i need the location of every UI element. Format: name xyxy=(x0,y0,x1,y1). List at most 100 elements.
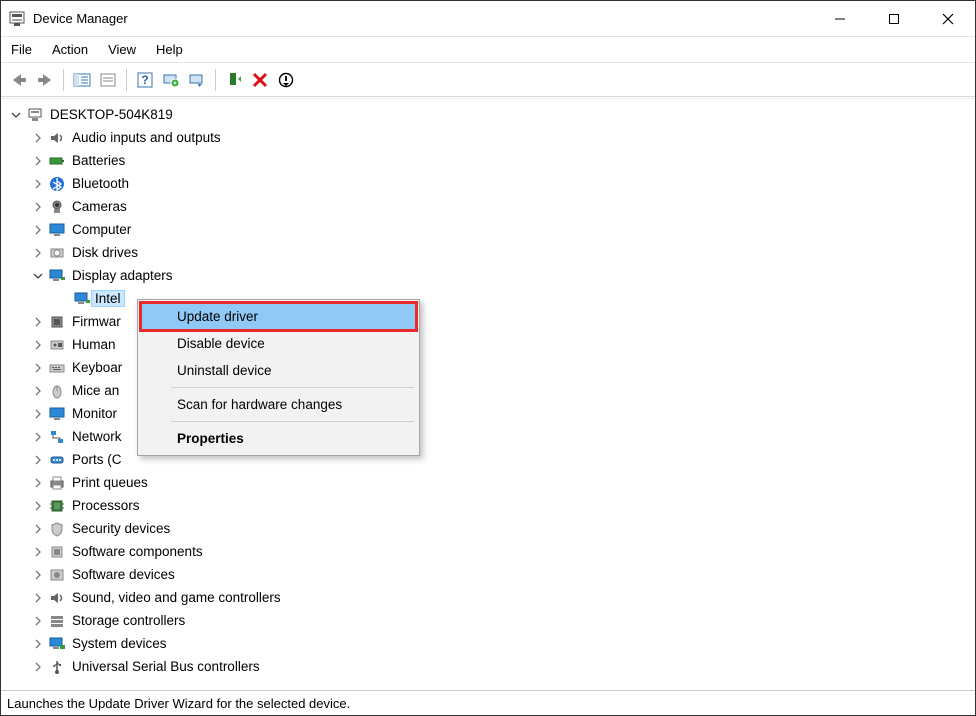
expand-icon[interactable] xyxy=(31,591,44,604)
tree-node-label: Software components xyxy=(70,544,205,559)
tree-node-sw-components[interactable]: Software components xyxy=(9,540,975,563)
camera-icon xyxy=(48,198,66,216)
tree-root-label: DESKTOP-504K819 xyxy=(48,107,175,122)
expand-icon[interactable] xyxy=(31,545,44,558)
scan-hardware-button[interactable] xyxy=(159,68,183,92)
tree-node-storage[interactable]: Storage controllers xyxy=(9,609,975,632)
update-driver-button[interactable] xyxy=(185,68,209,92)
tree-node-print[interactable]: Print queues xyxy=(9,471,975,494)
expand-icon[interactable] xyxy=(31,660,44,673)
tree-node-sound[interactable]: Sound, video and game controllers xyxy=(9,586,975,609)
cpu-icon xyxy=(48,497,66,515)
expand-icon[interactable] xyxy=(31,476,44,489)
tree-node-label: Security devices xyxy=(70,521,172,536)
ctx-scan-hardware[interactable]: Scan for hardware changes xyxy=(141,391,416,418)
component-icon xyxy=(48,543,66,561)
ctx-separator xyxy=(171,387,414,388)
menu-file[interactable]: File xyxy=(11,42,32,57)
tree-node-label: Network xyxy=(70,429,124,444)
tree-node-processors[interactable]: Processors xyxy=(9,494,975,517)
window-title: Device Manager xyxy=(33,11,128,26)
show-hide-tree-button[interactable] xyxy=(70,68,94,92)
tree-node-sw-devices[interactable]: Software devices xyxy=(9,563,975,586)
ctx-separator xyxy=(171,421,414,422)
maximize-button[interactable] xyxy=(867,1,921,37)
tree-node-audio[interactable]: Audio inputs and outputs xyxy=(9,126,975,149)
display-adapter-icon xyxy=(48,267,66,285)
minimize-button[interactable] xyxy=(813,1,867,37)
software-icon xyxy=(48,566,66,584)
expand-icon[interactable] xyxy=(31,200,44,213)
tree-node-label: Keyboar xyxy=(70,360,124,375)
tree-node-disk[interactable]: Disk drives xyxy=(9,241,975,264)
display-adapter-icon xyxy=(73,290,91,308)
back-button[interactable] xyxy=(7,68,31,92)
tree-node-bluetooth[interactable]: Bluetooth xyxy=(9,172,975,195)
ctx-uninstall-device[interactable]: Uninstall device xyxy=(141,357,416,384)
expand-icon[interactable] xyxy=(31,315,44,328)
tree-node-label: System devices xyxy=(70,636,169,651)
hid-icon xyxy=(48,336,66,354)
statusbar-text: Launches the Update Driver Wizard for th… xyxy=(7,696,350,711)
tree-node-usb[interactable]: Universal Serial Bus controllers xyxy=(9,655,975,678)
chip-icon xyxy=(48,313,66,331)
properties-button[interactable] xyxy=(96,68,120,92)
uninstall-device-button[interactable] xyxy=(248,68,272,92)
tree-node-label: Disk drives xyxy=(70,245,140,260)
expand-icon[interactable] xyxy=(31,430,44,443)
menu-help[interactable]: Help xyxy=(156,42,183,57)
network-icon xyxy=(48,428,66,446)
expand-icon[interactable] xyxy=(31,223,44,236)
tree-node-label: Firmwar xyxy=(70,314,123,329)
expand-icon[interactable] xyxy=(31,154,44,167)
toolbar: ? xyxy=(1,63,975,97)
enable-device-button[interactable] xyxy=(222,68,246,92)
close-button[interactable] xyxy=(921,1,975,37)
expand-icon[interactable] xyxy=(31,131,44,144)
tree-node-label: Universal Serial Bus controllers xyxy=(70,659,262,674)
expand-icon[interactable] xyxy=(31,614,44,627)
collapse-icon[interactable] xyxy=(31,269,44,282)
tree-node-batteries[interactable]: Batteries xyxy=(9,149,975,172)
mouse-icon xyxy=(48,382,66,400)
expand-icon[interactable] xyxy=(31,499,44,512)
menu-action[interactable]: Action xyxy=(52,42,88,57)
expand-icon[interactable] xyxy=(31,637,44,650)
tree-node-label: Cameras xyxy=(70,199,129,214)
system-icon xyxy=(48,635,66,653)
expand-icon[interactable] xyxy=(31,568,44,581)
expand-icon[interactable] xyxy=(31,177,44,190)
keyboard-icon xyxy=(48,359,66,377)
tree-node-security[interactable]: Security devices xyxy=(9,517,975,540)
collapse-icon[interactable] xyxy=(9,108,22,121)
tree-node-label: Ports (C xyxy=(70,452,124,467)
menu-view[interactable]: View xyxy=(108,42,136,57)
tree-node-display-adapters[interactable]: Display adapters xyxy=(9,264,975,287)
toolbar-separator xyxy=(215,69,216,91)
ctx-disable-device[interactable]: Disable device xyxy=(141,330,416,357)
tree-node-cameras[interactable]: Cameras xyxy=(9,195,975,218)
expand-icon[interactable] xyxy=(31,338,44,351)
expand-icon[interactable] xyxy=(31,407,44,420)
expand-icon[interactable] xyxy=(31,361,44,374)
expand-icon[interactable] xyxy=(31,246,44,259)
ctx-update-driver[interactable]: Update driver xyxy=(141,303,416,330)
speaker-icon xyxy=(48,129,66,147)
usb-icon xyxy=(48,658,66,676)
ctx-properties[interactable]: Properties xyxy=(141,425,416,452)
tree-node-system[interactable]: System devices xyxy=(9,632,975,655)
tree-node-label: Print queues xyxy=(70,475,150,490)
forward-button[interactable] xyxy=(33,68,57,92)
tree-root[interactable]: DESKTOP-504K819 xyxy=(9,103,975,126)
disable-device-button[interactable] xyxy=(274,68,298,92)
tree-node-label: Computer xyxy=(70,222,133,237)
tree-node-computer[interactable]: Computer xyxy=(9,218,975,241)
statusbar: Launches the Update Driver Wizard for th… xyxy=(1,690,975,715)
help-button[interactable]: ? xyxy=(133,68,157,92)
toolbar-separator xyxy=(63,69,64,91)
expand-icon[interactable] xyxy=(31,384,44,397)
expand-icon[interactable] xyxy=(31,453,44,466)
expand-icon[interactable] xyxy=(31,522,44,535)
monitor-icon xyxy=(48,221,66,239)
tree-node-label: Human xyxy=(70,337,118,352)
